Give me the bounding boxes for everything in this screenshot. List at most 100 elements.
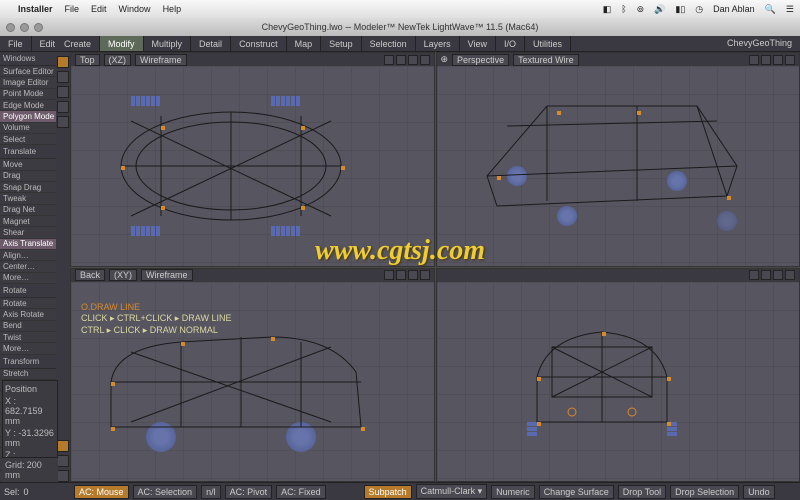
tab-create[interactable]: Create — [56, 36, 100, 51]
sidebar-point-mode[interactable]: Point Mode — [0, 89, 56, 100]
sidebar-align[interactable]: Align… — [0, 250, 56, 261]
sb-change-surface[interactable]: Change Surface — [539, 485, 614, 499]
sidebar-shear[interactable]: Shear — [0, 227, 56, 238]
viewport-perspective[interactable]: ⊕ Perspective Textured Wire — [436, 52, 800, 267]
vp-rotate-icon[interactable] — [761, 55, 771, 65]
vp-move-icon[interactable] — [384, 55, 394, 65]
sidebar-polygon-mode[interactable]: Polygon Mode — [0, 111, 56, 122]
sidebar-rotate[interactable]: Rotate — [0, 298, 56, 309]
sidebar-tweak[interactable]: Tweak — [0, 193, 56, 204]
vp-zoom-icon[interactable] — [408, 55, 418, 65]
minimize-icon[interactable] — [20, 23, 29, 32]
sb-drop-selection[interactable]: Drop Selection — [670, 485, 739, 499]
sidebar-twist[interactable]: Twist — [0, 332, 56, 343]
zoom-icon[interactable] — [34, 23, 43, 32]
sb-ac-pivot[interactable]: AC: Pivot — [225, 485, 273, 499]
battery-icon[interactable]: ▮▯ — [675, 4, 685, 15]
menu-file[interactable]: File — [65, 4, 80, 14]
vp-tr-mode[interactable]: Textured Wire — [513, 54, 579, 66]
sb-undo[interactable]: Undo — [743, 485, 775, 499]
tab-layers[interactable]: Layers — [416, 36, 460, 51]
sidebar-dragnet[interactable]: Drag Net — [0, 205, 56, 216]
sb-numeric[interactable]: Numeric — [491, 485, 535, 499]
tab-view[interactable]: View — [460, 36, 496, 51]
tool-btn-1[interactable] — [57, 56, 69, 68]
sb-drop-tool[interactable]: Drop Tool — [618, 485, 666, 499]
sidebar-select[interactable]: Select — [0, 134, 56, 145]
tab-construct[interactable]: Construct — [231, 36, 287, 51]
sidebar-volume[interactable]: Volume — [0, 123, 56, 134]
sb-nl[interactable]: n/l — [201, 485, 221, 499]
vp-tl-axes[interactable]: (XZ) — [104, 54, 132, 66]
sidebar-more2[interactable]: More… — [0, 343, 56, 354]
menu-user[interactable]: Dan Ablan — [713, 4, 755, 14]
vp-move-icon[interactable] — [749, 270, 759, 280]
tab-selection[interactable]: Selection — [362, 36, 416, 51]
wifi-icon[interactable]: ⊚ — [637, 4, 645, 15]
sidebar-image-editor[interactable]: Image Editor — [0, 77, 56, 88]
spotlight-icon[interactable]: 🔍 — [765, 4, 776, 15]
clock-icon[interactable]: ◷ — [695, 4, 703, 15]
sb-ac-selection[interactable]: AC: Selection — [133, 485, 198, 499]
vp-bl-name[interactable]: Back — [75, 269, 105, 281]
sidebar-more1[interactable]: More… — [0, 273, 56, 284]
tab-file[interactable]: File — [0, 36, 32, 51]
menu-help[interactable]: Help — [163, 4, 182, 14]
menu-edit[interactable]: Edit — [91, 4, 107, 14]
sidebar-drag[interactable]: Drag — [0, 171, 56, 182]
sidebar-magnet[interactable]: Magnet — [0, 216, 56, 227]
tab-utilities[interactable]: Utilities — [525, 36, 571, 51]
menu-app[interactable]: Installer — [18, 4, 53, 14]
tool-btn-b2[interactable] — [57, 455, 69, 467]
vp-tr-name[interactable]: Perspective — [452, 54, 509, 66]
sidebar-bend[interactable]: Bend — [0, 321, 56, 332]
vp-tl-mode[interactable]: Wireframe — [135, 54, 187, 66]
bluetooth-icon[interactable]: ᛒ — [621, 4, 626, 14]
sidebar-move[interactable]: Move — [0, 159, 56, 170]
status-reader-icon[interactable]: ◧ — [603, 4, 612, 15]
sidebar-axis-rotate[interactable]: Axis Rotate — [0, 309, 56, 320]
sidebar-stretch[interactable]: Stretch — [0, 369, 56, 380]
sb-subpatch[interactable]: Subpatch — [364, 485, 412, 499]
tab-setup[interactable]: Setup — [321, 36, 362, 51]
sidebar-axis-translate[interactable]: Axis Translate — [0, 239, 56, 250]
vp-tr-gizmo-icon[interactable]: ⊕ — [441, 54, 449, 65]
sidebar-center[interactable]: Center… — [0, 261, 56, 272]
vp-zoom-icon[interactable] — [408, 270, 418, 280]
vp-max-icon[interactable] — [785, 55, 795, 65]
tool-btn-2[interactable] — [57, 71, 69, 83]
vp-rotate-icon[interactable] — [396, 55, 406, 65]
vp-bl-axes[interactable]: (XY) — [109, 269, 137, 281]
tab-io[interactable]: I/O — [496, 36, 525, 51]
menu-window[interactable]: Window — [119, 4, 151, 14]
sidebar-snapdrag[interactable]: Snap Drag — [0, 182, 56, 193]
tab-multiply[interactable]: Multiply — [144, 36, 192, 51]
vp-max-icon[interactable] — [420, 270, 430, 280]
tool-btn-b3[interactable] — [57, 470, 69, 482]
vp-move-icon[interactable] — [749, 55, 759, 65]
tab-map[interactable]: Map — [287, 36, 322, 51]
vp-tl-name[interactable]: Top — [75, 54, 100, 66]
tab-modify[interactable]: Modify — [100, 36, 144, 51]
sb-catmull[interactable]: Catmull-Clark ▾ — [416, 484, 488, 499]
tool-btn-4[interactable] — [57, 101, 69, 113]
vp-max-icon[interactable] — [785, 270, 795, 280]
sb-ac-mouse[interactable]: AC: Mouse — [74, 485, 129, 499]
viewport-back[interactable]: Back (XY) Wireframe O.DRAW LINE CLICK ▸ … — [70, 268, 435, 483]
viewport-top[interactable]: Top (XZ) Wireframe — [70, 52, 435, 267]
sidebar-surface-editor[interactable]: Surface Editor — [0, 66, 56, 77]
tab-detail[interactable]: Detail — [191, 36, 231, 51]
close-icon[interactable] — [6, 23, 15, 32]
volume-icon[interactable]: 🔊 — [654, 4, 665, 15]
tool-btn-3[interactable] — [57, 86, 69, 98]
viewport-right[interactable] — [436, 268, 800, 483]
sb-ac-fixed[interactable]: AC: Fixed — [276, 485, 326, 499]
notification-icon[interactable]: ☰ — [786, 4, 794, 15]
sidebar-edge-mode[interactable]: Edge Mode — [0, 100, 56, 111]
vp-zoom-icon[interactable] — [773, 270, 783, 280]
vp-rotate-icon[interactable] — [761, 270, 771, 280]
tool-btn-5[interactable] — [57, 116, 69, 128]
vp-max-icon[interactable] — [420, 55, 430, 65]
vp-rotate-icon[interactable] — [396, 270, 406, 280]
vp-bl-mode[interactable]: Wireframe — [141, 269, 193, 281]
